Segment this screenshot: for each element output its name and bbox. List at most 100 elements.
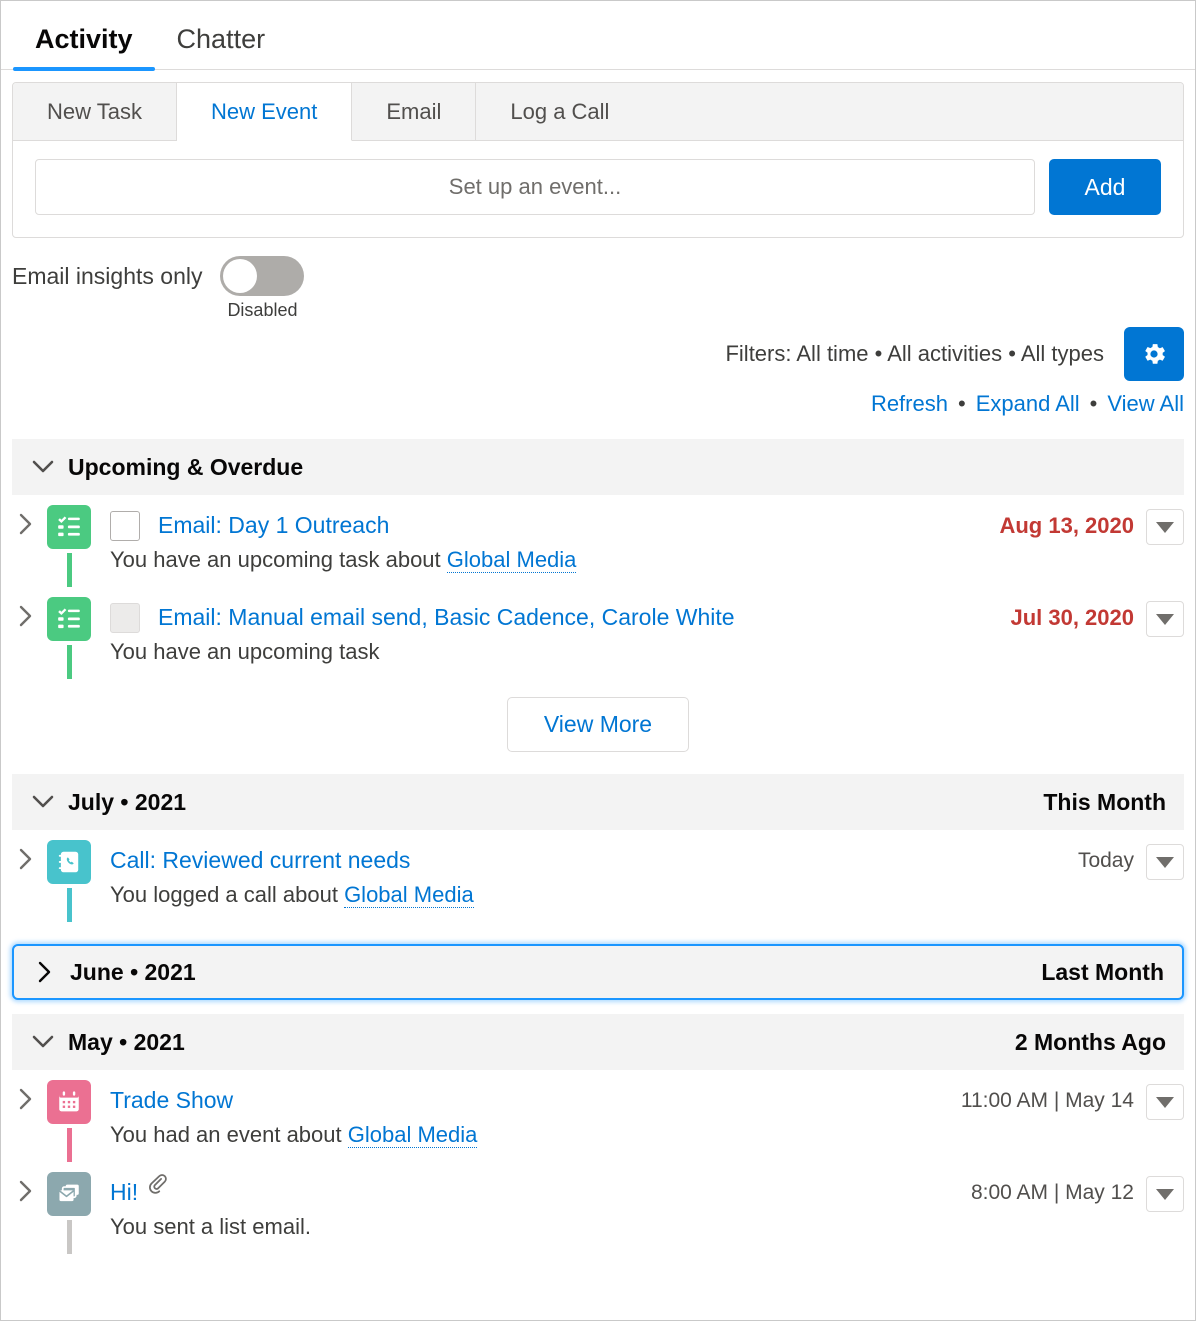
timeline-item-top: Trade Show 11:00 AM | May 14	[110, 1080, 1184, 1120]
add-button-label: Add	[1085, 174, 1126, 201]
timeline-connector	[67, 553, 72, 587]
timeline-item: Email: Manual email send, Basic Cadence,…	[1, 587, 1195, 679]
publisher-tab-log-a-call[interactable]: Log a Call	[476, 83, 643, 140]
timeline-connector	[67, 1220, 72, 1254]
calendar-event-icon	[47, 1080, 91, 1124]
timeline-item: Hi! 8:00 AM | May 12 You sent a list ema…	[1, 1162, 1195, 1254]
spacer	[1, 1000, 1195, 1014]
timeline-item-date: Jul 30, 2020	[1010, 601, 1134, 635]
timeline-item-date: Aug 13, 2020	[999, 509, 1134, 543]
tab-chatter[interactable]: Chatter	[155, 24, 288, 69]
section-header-may-2021[interactable]: May • 2021 2 Months Ago	[12, 1014, 1184, 1070]
row-actions-menu-button[interactable]	[1146, 601, 1184, 637]
email-insights-toggle[interactable]: Disabled	[220, 256, 304, 321]
timeline-item-subtitle-text: You have an upcoming task	[110, 639, 380, 664]
timeline-item-title[interactable]: Email: Manual email send, Basic Cadence,…	[158, 597, 735, 637]
toggle-track	[220, 256, 304, 296]
filters-summary: Filters: All time • All activities • All…	[725, 341, 1104, 367]
timeline-item-date: 8:00 AM | May 12	[971, 1176, 1134, 1210]
publisher-tab-log-a-call-label: Log a Call	[510, 99, 609, 125]
timeline-icon-column	[40, 505, 98, 587]
list-email-icon	[47, 1172, 91, 1216]
expand-all-link[interactable]: Expand All	[976, 391, 1080, 417]
expand-item-chevron-right-icon[interactable]	[12, 505, 40, 587]
timeline-connector	[67, 888, 72, 922]
chevron-down-icon	[30, 1035, 56, 1049]
expand-item-chevron-right-icon[interactable]	[12, 840, 40, 922]
timeline-connector	[67, 1128, 72, 1162]
related-record-link[interactable]: Global Media	[348, 1122, 478, 1148]
section-header-june-2021[interactable]: June • 2021 Last Month	[12, 944, 1184, 1000]
timeline-item-subtitle: You logged a call about Global Media	[110, 876, 1184, 914]
publisher-tab-bar: New Task New Event Email Log a Call	[13, 83, 1183, 141]
view-more-button[interactable]: View More	[507, 697, 689, 752]
row-actions-menu-button[interactable]	[1146, 844, 1184, 880]
timeline-actions: Refresh • Expand All • View All	[1, 381, 1195, 417]
related-record-link[interactable]: Global Media	[344, 882, 474, 908]
timeline-item-title[interactable]: Email: Day 1 Outreach	[158, 505, 389, 545]
row-actions-menu-button[interactable]	[1146, 1176, 1184, 1212]
timeline-item: Call: Reviewed current needs Today You l…	[1, 830, 1195, 922]
expand-item-chevron-right-icon[interactable]	[12, 597, 40, 679]
timeline-item-subtitle: You had an event about Global Media	[110, 1116, 1184, 1154]
publisher-tab-new-task[interactable]: New Task	[13, 83, 177, 140]
primary-tab-bar: Activity Chatter	[1, 1, 1195, 70]
activity-timeline: Upcoming & Overdue	[1, 439, 1195, 1254]
chevron-right-icon	[32, 961, 58, 983]
gear-icon[interactable]	[1124, 327, 1184, 381]
timeline-item-subtitle-text: You sent a list email.	[110, 1214, 311, 1239]
timeline-item-right: Jul 30, 2020	[1010, 597, 1184, 637]
spacer	[1, 922, 1195, 944]
task-complete-checkbox[interactable]	[110, 511, 140, 541]
row-actions-menu-button[interactable]	[1146, 509, 1184, 545]
timeline-item-subtitle-text: You had an event about	[110, 1122, 348, 1147]
section-header-upcoming-overdue[interactable]: Upcoming & Overdue	[12, 439, 1184, 495]
timeline-item-title[interactable]: Hi!	[110, 1172, 138, 1212]
toggle-knob	[223, 259, 257, 293]
event-input-placeholder: Set up an event...	[449, 174, 621, 200]
task-icon	[47, 597, 91, 641]
expand-item-chevron-right-icon[interactable]	[12, 1172, 40, 1254]
refresh-link[interactable]: Refresh	[871, 391, 948, 417]
chevron-down-icon	[1156, 614, 1174, 625]
section-title: June • 2021	[70, 959, 196, 986]
email-insights-label: Email insights only	[12, 256, 202, 296]
timeline-item-subtitle-text: You logged a call about	[110, 882, 344, 907]
tab-activity-label: Activity	[35, 24, 133, 54]
timeline-item-top: Call: Reviewed current needs Today	[110, 840, 1184, 880]
expand-item-chevron-right-icon[interactable]	[12, 1080, 40, 1162]
tab-activity[interactable]: Activity	[13, 24, 155, 69]
timeline-item: Email: Day 1 Outreach Aug 13, 2020 You h…	[1, 495, 1195, 587]
email-insights-row: Email insights only Disabled	[1, 238, 1195, 321]
timeline-icon-column	[40, 840, 98, 922]
add-button[interactable]: Add	[1049, 159, 1161, 215]
publisher-tab-email[interactable]: Email	[352, 83, 476, 140]
timeline-item-body: Email: Manual email send, Basic Cadence,…	[98, 597, 1184, 679]
timeline-item-body: Call: Reviewed current needs Today You l…	[98, 840, 1184, 922]
timeline-item-subtitle: You sent a list email.	[110, 1208, 1184, 1246]
section-meta: 2 Months Ago	[1015, 1029, 1166, 1056]
publisher-compose-row: Set up an event... Add	[13, 141, 1183, 237]
section-header-july-2021[interactable]: July • 2021 This Month	[12, 774, 1184, 830]
section-meta: Last Month	[1041, 959, 1164, 986]
chevron-down-icon	[1156, 522, 1174, 533]
section-title: July • 2021	[68, 789, 186, 816]
task-complete-checkbox[interactable]	[110, 603, 140, 633]
view-all-link[interactable]: View All	[1107, 391, 1184, 417]
publisher-tab-new-event[interactable]: New Event	[177, 83, 352, 141]
timeline-item-top: Email: Manual email send, Basic Cadence,…	[110, 597, 1184, 637]
timeline-item-title[interactable]: Call: Reviewed current needs	[110, 840, 410, 880]
related-record-link[interactable]: Global Media	[447, 547, 577, 573]
chevron-down-icon	[30, 460, 56, 474]
row-actions-menu-button[interactable]	[1146, 1084, 1184, 1120]
timeline-item-top: Email: Day 1 Outreach Aug 13, 2020	[110, 505, 1184, 545]
timeline-icon-column	[40, 1172, 98, 1254]
activity-panel: Activity Chatter New Task New Event Emai…	[0, 0, 1196, 1321]
timeline-item-title[interactable]: Trade Show	[110, 1080, 233, 1120]
timeline-item-body: Trade Show 11:00 AM | May 14 You had an …	[98, 1080, 1184, 1162]
toggle-state-label: Disabled	[227, 300, 297, 321]
timeline-icon-column	[40, 597, 98, 679]
event-input[interactable]: Set up an event...	[35, 159, 1035, 215]
chevron-down-icon	[30, 795, 56, 809]
action-separator-1: •	[958, 391, 966, 417]
